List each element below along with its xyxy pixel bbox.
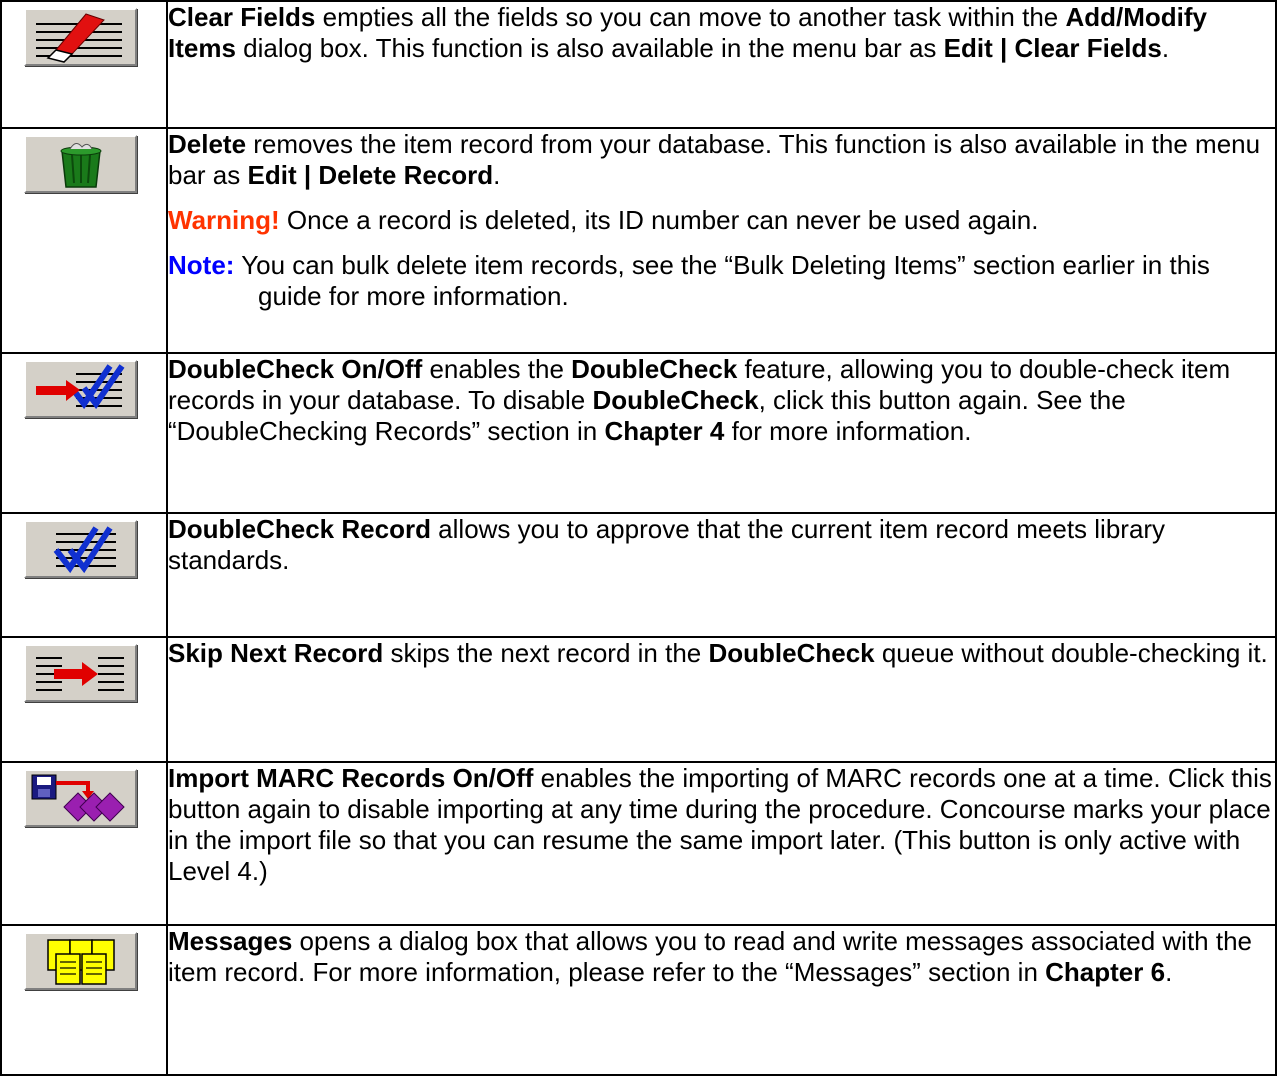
clear-fields-description: Clear Fields empties all the fields so y… (168, 2, 1275, 64)
delete-button[interactable] (24, 135, 137, 193)
table-row: Delete removes the item record from your… (0, 127, 1277, 354)
term-doublecheck-on-off: DoubleCheck On/Off (168, 354, 423, 384)
table-row: Messages opens a dialog box that allows … (0, 924, 1277, 1076)
description-cell: DoubleCheck On/Off enables the DoubleChe… (166, 352, 1277, 514)
text-run: . (1165, 957, 1173, 987)
delete-description: Delete removes the item record from your… (168, 129, 1275, 191)
table-row: DoubleCheck Record allows you to approve… (0, 512, 1277, 638)
doublecheck-record-description: DoubleCheck Record allows you to approve… (168, 514, 1275, 576)
table-row: Clear Fields empties all the fields so y… (0, 0, 1277, 129)
icon-cell (0, 924, 168, 1076)
skip-next-record-button[interactable] (24, 644, 137, 702)
toolbar-buttons-table: Clear Fields empties all the fields so y… (0, 0, 1277, 1076)
messages-button[interactable] (24, 932, 137, 990)
doublecheck-on-off-description: DoubleCheck On/Off enables the DoubleChe… (168, 354, 1275, 447)
table-row: DoubleCheck On/Off enables the DoubleChe… (0, 352, 1277, 514)
menu-path: Edit | Delete Record (247, 160, 494, 190)
term-doublecheck: DoubleCheck (592, 385, 759, 415)
description-cell: Clear Fields empties all the fields so y… (166, 0, 1277, 129)
description-cell: Skip Next Record skips the next record i… (166, 636, 1277, 763)
term-delete: Delete (168, 129, 247, 159)
warning-text: Once a record is deleted, its ID number … (279, 205, 1039, 235)
clear-fields-icon (36, 13, 122, 63)
description-cell: Import MARC Records On/Off enables the i… (166, 761, 1277, 926)
text-run: skips the next record in the (383, 638, 709, 668)
skip-next-record-icon (36, 657, 124, 691)
doublecheck-on-off-button[interactable] (24, 360, 137, 418)
messages-description: Messages opens a dialog box that allows … (168, 926, 1275, 988)
import-marc-records-icon (31, 774, 125, 822)
doublecheck-record-button[interactable] (24, 520, 137, 578)
warning-label: Warning! (168, 205, 280, 235)
doublecheck-on-off-icon (36, 364, 125, 410)
text-run: for more information. (724, 416, 972, 446)
text-run: . (493, 160, 501, 190)
import-marc-records-button[interactable] (24, 769, 137, 827)
description-cell: DoubleCheck Record allows you to approve… (166, 512, 1277, 638)
import-marc-records-description: Import MARC Records On/Off enables the i… (168, 763, 1275, 887)
icon-cell (0, 0, 168, 129)
icon-cell (0, 636, 168, 763)
term-skip-next-record: Skip Next Record (168, 638, 384, 668)
note-paragraph: Note: You can bulk delete item records, … (168, 250, 1275, 312)
description-cell: Delete removes the item record from your… (166, 127, 1277, 354)
term-doublecheck: DoubleCheck (708, 638, 875, 668)
text-run: empties all the fields so you can move t… (315, 2, 1066, 32)
messages-icon (47, 939, 115, 985)
table-row: Skip Next Record skips the next record i… (0, 636, 1277, 763)
description-cell: Messages opens a dialog box that allows … (166, 924, 1277, 1076)
term-doublecheck-record: DoubleCheck Record (168, 514, 431, 544)
term-import-marc-records: Import MARC Records On/Off (168, 763, 534, 793)
term-messages: Messages (168, 926, 293, 956)
text-run: queue without double-checking it. (874, 638, 1268, 668)
note-text: You can bulk delete item records, see th… (234, 250, 1210, 311)
icon-cell (0, 352, 168, 514)
menu-path: Edit | Clear Fields (943, 33, 1162, 63)
icon-cell (0, 127, 168, 354)
icon-cell (0, 761, 168, 926)
delete-trash-icon (60, 143, 102, 188)
chapter-reference: Chapter 6 (1045, 957, 1166, 987)
note-label: Note: (168, 250, 235, 280)
text-run: . (1161, 33, 1170, 63)
chapter-reference: Chapter 4 (604, 416, 725, 446)
table-row: Import MARC Records On/Off enables the i… (0, 761, 1277, 926)
doublecheck-record-icon (53, 526, 116, 574)
text-run: enables the (422, 354, 572, 384)
skip-next-record-description: Skip Next Record skips the next record i… (168, 638, 1275, 669)
warning-paragraph: Warning! Once a record is deleted, its I… (168, 205, 1275, 236)
term-doublecheck: DoubleCheck (571, 354, 738, 384)
term-clear-fields: Clear Fields (168, 2, 316, 32)
icon-cell (0, 512, 168, 638)
clear-fields-button[interactable] (24, 8, 137, 66)
text-run: dialog box. This function is also availa… (235, 33, 944, 63)
